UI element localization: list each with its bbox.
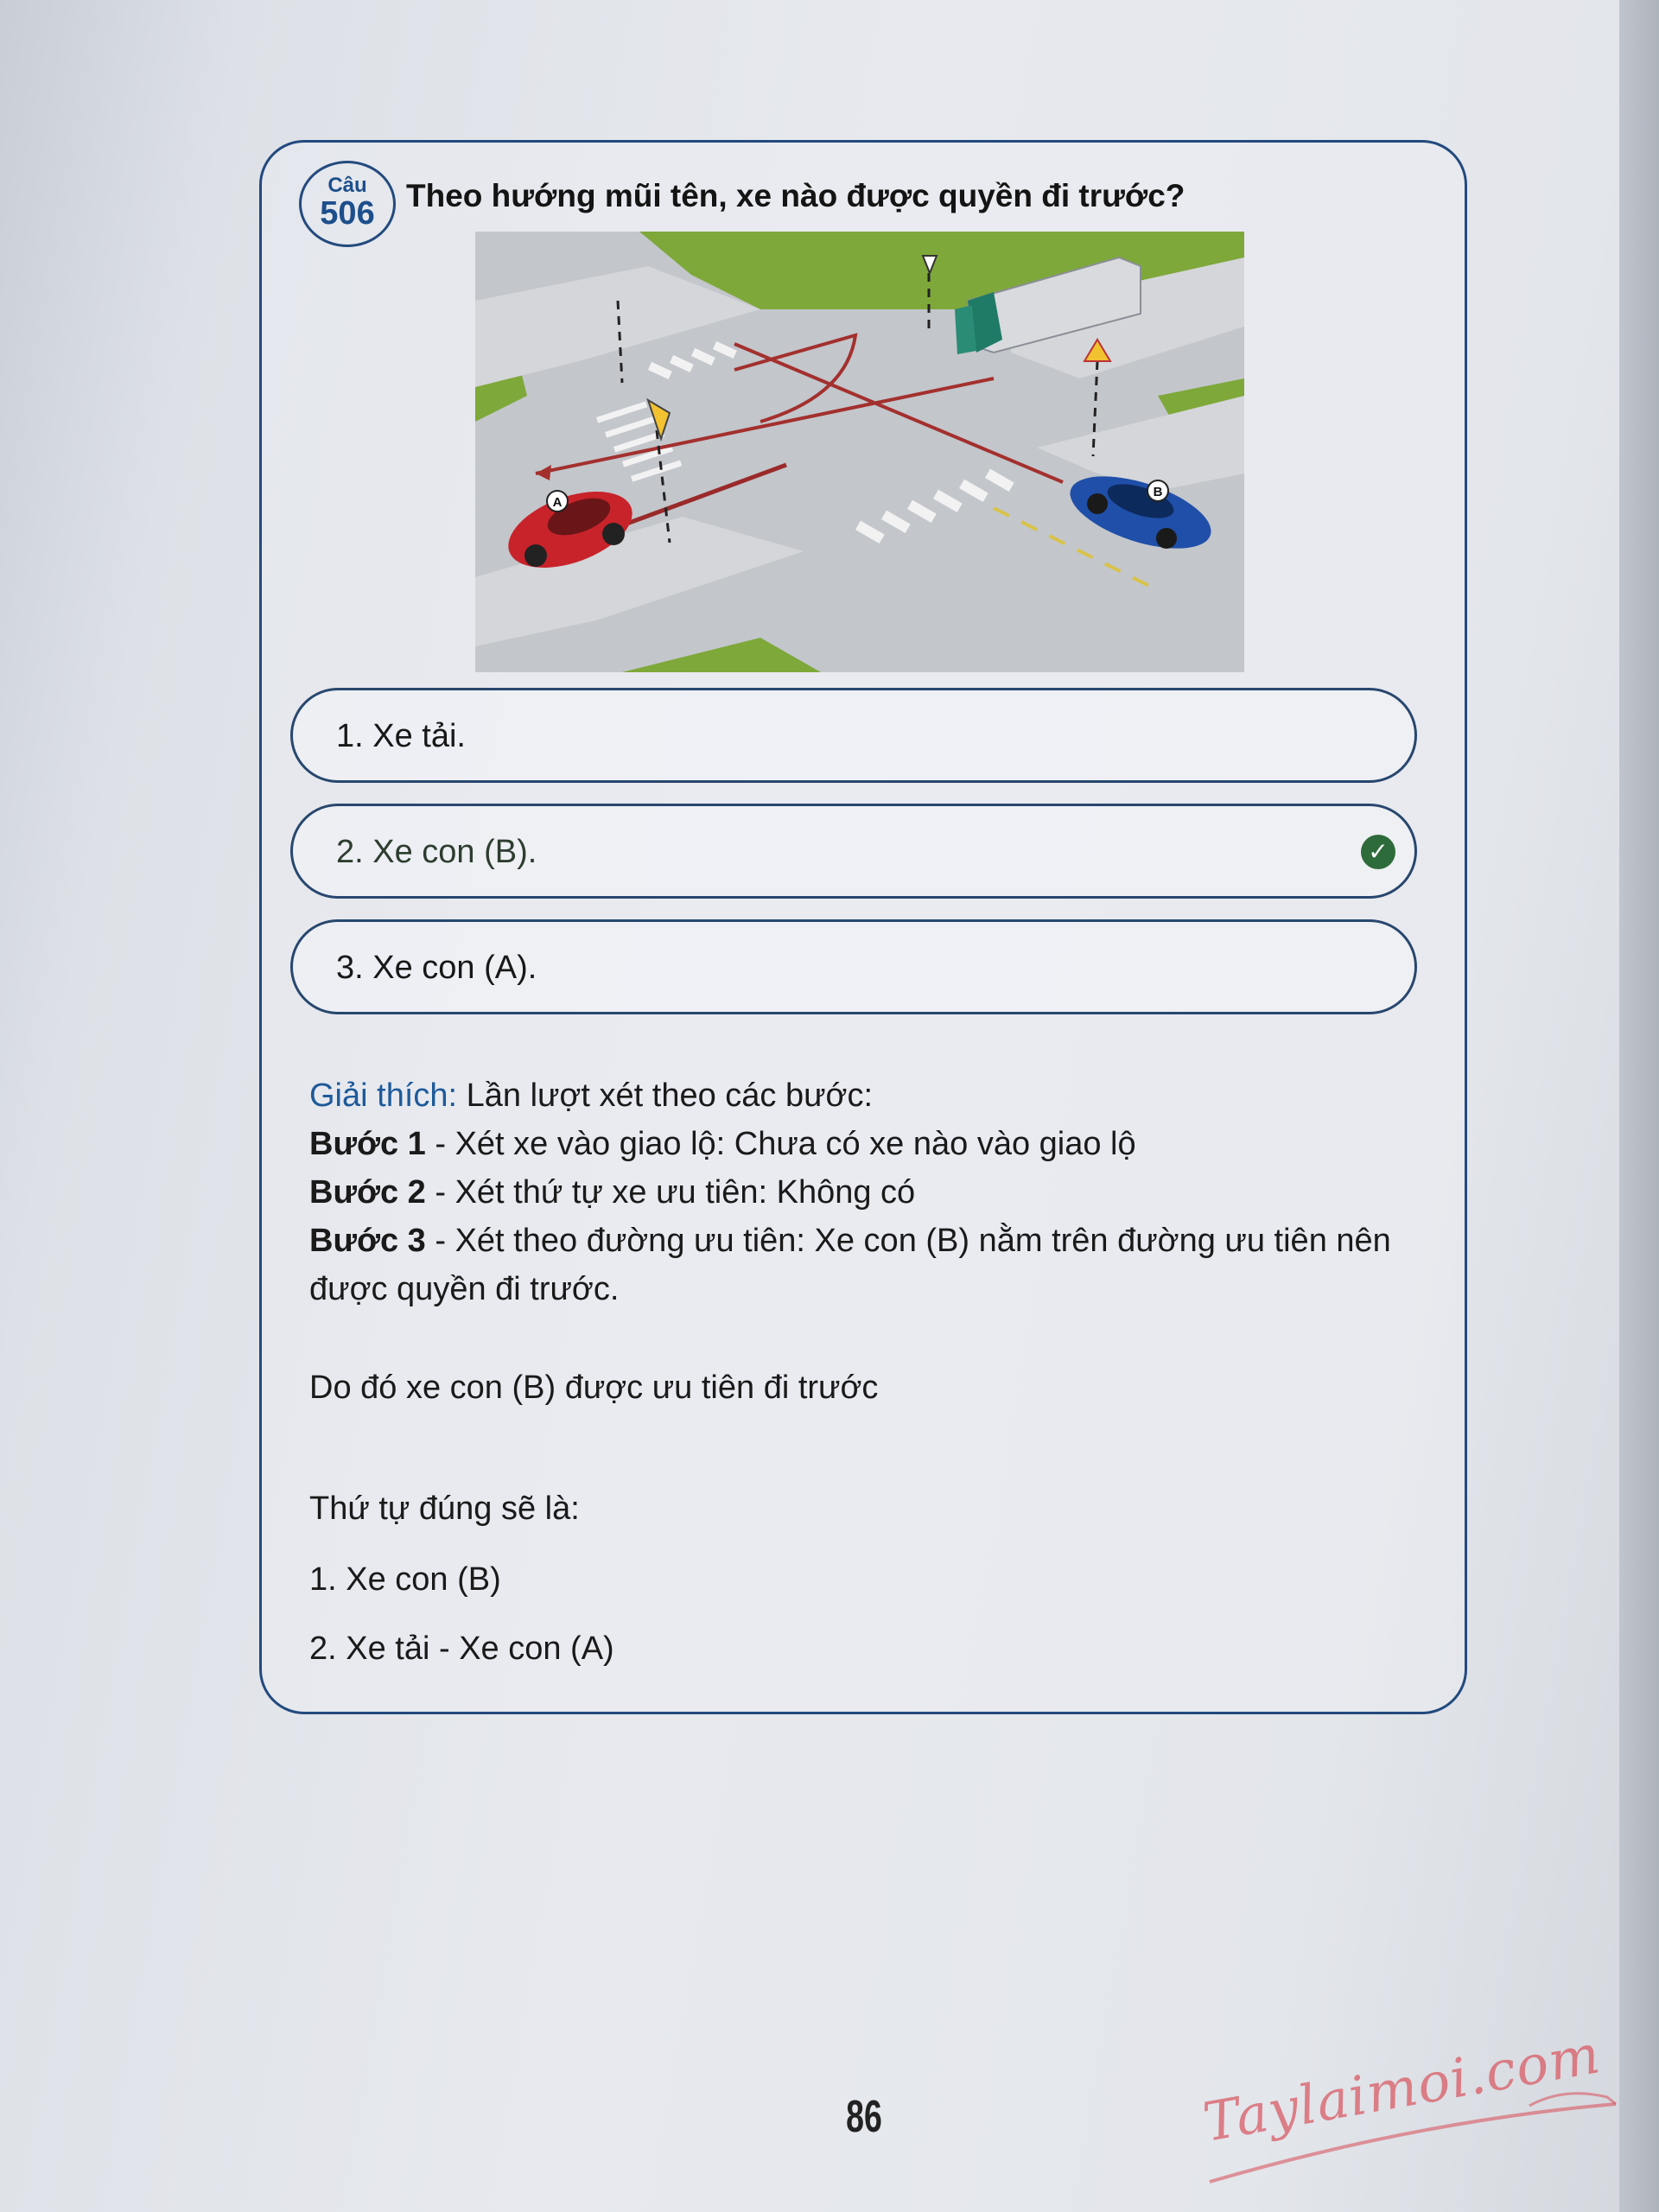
answer-option-1[interactable]: 1. Xe tải. <box>290 688 1417 783</box>
explanation-label: Giải thích: <box>309 1077 458 1114</box>
order-title: Thứ tự đúng sẽ là: <box>309 1491 580 1527</box>
answer-option-2[interactable]: 2. Xe con (B). ✓ <box>290 804 1417 899</box>
step-2-title: Bước 2 <box>309 1174 426 1211</box>
step-1-text: - Xét xe vào giao lộ: Chưa có xe nào vào… <box>425 1126 1136 1162</box>
step-1-title: Bước 1 <box>309 1126 426 1162</box>
page-edge-shadow <box>1619 0 1659 2212</box>
explanation-intro-text: Lần lượt xét theo các bước: <box>457 1077 874 1114</box>
car-b-label: B <box>1154 485 1163 499</box>
answer-option-2-label: 2. Xe con (B). <box>336 834 537 870</box>
explanation-step-3: Bước 3 - Xét theo đường ưu tiên: Xe con … <box>309 1217 1415 1313</box>
intersection-illustration: A B <box>475 232 1244 672</box>
answer-option-3[interactable]: 3. Xe con (A). <box>290 919 1417 1014</box>
answer-option-3-label: 3. Xe con (A). <box>336 950 537 986</box>
step-2-text: - Xét thứ tự xe ưu tiên: Không có <box>425 1174 916 1211</box>
question-text: Theo hướng mũi tên, xe nào được quyền đi… <box>406 178 1185 213</box>
car-a-label: A <box>553 495 563 510</box>
badge-number: 506 <box>320 195 375 232</box>
explanation-step-2: Bước 2 - Xét thứ tự xe ưu tiên: Không có <box>309 1168 1424 1217</box>
explanation-step-1: Bước 1 - Xét xe vào giao lộ: Chưa có xe … <box>309 1120 1424 1168</box>
order-item-2: 2. Xe tải - Xe con (A) <box>309 1630 614 1667</box>
question-number-badge: Câu 506 <box>299 161 396 247</box>
answer-option-1-label: 1. Xe tải. <box>336 718 466 754</box>
watermark-swoosh-icon <box>1209 2092 1617 2183</box>
badge-label: Câu <box>327 174 367 197</box>
check-circle-icon: ✓ <box>1361 835 1395 869</box>
order-item-1: 1. Xe con (B) <box>309 1561 501 1598</box>
step-3-title: Bước 3 <box>309 1223 426 1259</box>
explanation-intro: Giải thích: Lần lượt xét theo các bước: <box>309 1071 1424 1120</box>
explanation-conclusion: Do đó xe con (B) được ưu tiên đi trước <box>309 1370 879 1406</box>
step-3-text: - Xét theo đường ưu tiên: Xe con (B) nằm… <box>309 1223 1391 1307</box>
page-number: 86 <box>846 2092 882 2142</box>
